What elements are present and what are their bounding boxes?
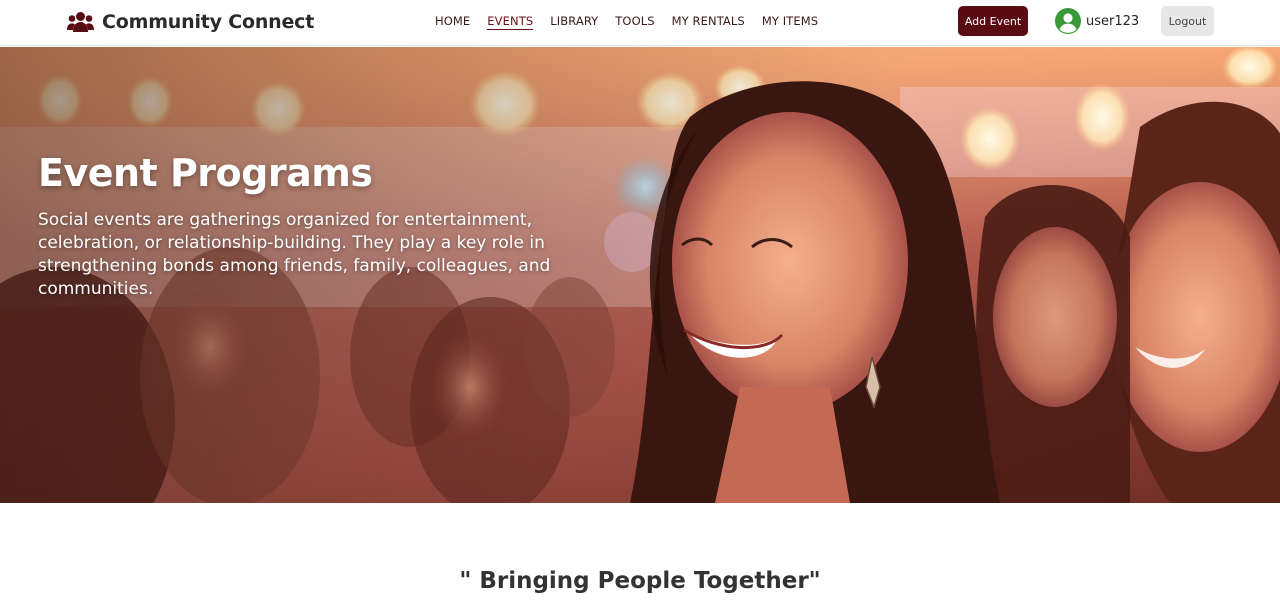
brand-name: Community Connect — [102, 11, 315, 33]
nav-library-link[interactable]: LIBRARY — [550, 13, 598, 30]
hero-description: Social events are gatherings organized f… — [38, 210, 551, 299]
hero-title: Event Programs — [38, 151, 373, 195]
hero-banner: Event Programs Social events are gatheri… — [0, 47, 1280, 503]
user-profile-menu[interactable]: user123 — [1055, 8, 1139, 34]
users-icon — [67, 12, 94, 32]
username-label: user123 — [1086, 13, 1140, 29]
user-circle-icon — [1055, 8, 1081, 34]
top-navbar: Community Connect HOME EVENTS LIBRARY TO… — [0, 0, 1280, 46]
nav-my-rentals-link[interactable]: MY RENTALS — [672, 13, 745, 30]
nav-events-link[interactable]: EVENTS — [487, 13, 534, 30]
nav-home-link[interactable]: HOME — [435, 13, 470, 30]
add-event-button[interactable]: Add Event — [958, 6, 1028, 36]
brand-logo-link[interactable]: Community Connect — [67, 8, 314, 36]
nav-my-items-link[interactable]: MY ITEMS — [762, 13, 818, 30]
section-tagline: " Bringing People Together" — [459, 568, 821, 594]
main-nav: HOME EVENTS LIBRARY TOOLS MY RENTALS MY … — [435, 13, 818, 30]
nav-tools-link[interactable]: TOOLS — [615, 13, 654, 30]
logout-button[interactable]: Logout — [1161, 6, 1214, 36]
